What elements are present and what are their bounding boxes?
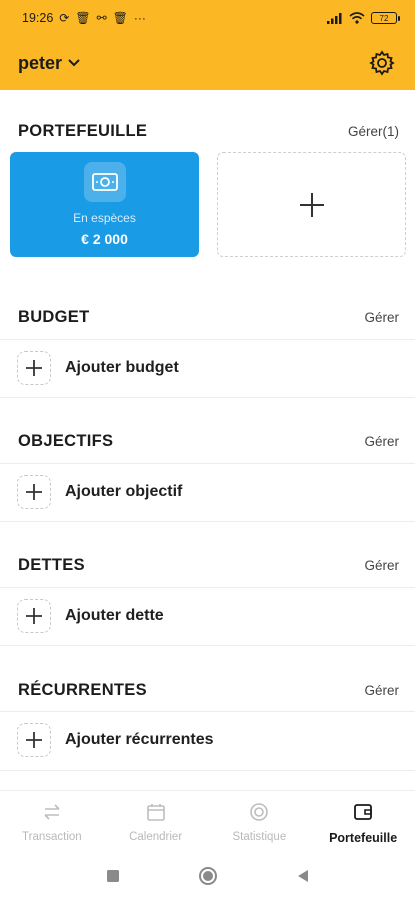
back-icon[interactable] (296, 869, 310, 883)
nav-label-statistics: Statistique (232, 831, 287, 843)
divider (0, 645, 415, 646)
more-dots-icon: ··· (133, 11, 146, 25)
goals-manage-link[interactable]: Gérer (364, 434, 399, 449)
status-bar: 19:26 ⟳ 🗑 ⚯ 🗑 ··· 72 (0, 0, 415, 36)
nav-item-calendar[interactable]: Calendrier (104, 791, 208, 852)
recents-icon[interactable] (106, 869, 120, 883)
recurring-section-title: RÉCURRENTES (18, 680, 147, 699)
status-right: 72 (327, 12, 400, 24)
status-time: 19:26 (22, 11, 54, 25)
wallet-card[interactable]: En espèces € 2 000 (10, 152, 199, 257)
add-debt-label: Ajouter dette (65, 607, 164, 624)
debts-manage-link[interactable]: Gérer (364, 558, 399, 573)
transfer-icon (41, 801, 63, 823)
nav-label-wallet: Portefeuille (329, 831, 398, 845)
wallet-section-title: PORTEFEUILLE (18, 121, 148, 140)
signal-icon (327, 13, 342, 24)
plus-icon (17, 599, 51, 633)
battery-icon: 72 (371, 12, 400, 24)
divider (0, 397, 415, 398)
budget-section-title: BUDGET (18, 307, 90, 326)
add-goal-button[interactable]: Ajouter objectif (0, 464, 415, 520)
home-icon[interactable] (198, 866, 218, 886)
divider (0, 521, 415, 522)
sync-off-icon: ⟳ (59, 11, 70, 25)
wallet-name: En espèces (73, 211, 136, 225)
battery-level: 72 (379, 13, 389, 23)
bottom-nav: Transaction Calendrier Statistique Porte… (0, 790, 415, 852)
main-content: PORTEFEUILLE Gérer(1) En espèces € 2 000… (0, 90, 415, 790)
share-icon: ⚯ (96, 11, 107, 25)
add-goal-label: Ajouter objectif (65, 483, 183, 500)
goals-section-title: OBJECTIFS (18, 431, 114, 450)
wifi-icon (349, 12, 365, 24)
plus-icon (17, 351, 51, 385)
wallet-manage-link[interactable]: Gérer(1) (348, 124, 399, 139)
calendar-icon (145, 801, 167, 823)
budget-section-header: BUDGET Gérer (0, 302, 415, 332)
plus-icon (299, 192, 324, 217)
wallet-section-header: PORTEFEUILLE Gérer(1) (0, 116, 415, 146)
cash-icon (83, 162, 126, 202)
debts-section-title: DETTES (18, 555, 85, 574)
system-nav-bar (0, 852, 415, 900)
status-left: 19:26 ⟳ 🗑 ⚯ 🗑 ··· (22, 11, 146, 25)
wallet-icon (352, 801, 374, 823)
chevron-down-icon (68, 59, 80, 67)
nav-label-transaction: Transaction (22, 831, 82, 843)
user-name: peter (18, 52, 63, 73)
top-bar: 19:26 ⟳ 🗑 ⚯ 🗑 ··· 72 peter (0, 0, 415, 90)
plus-icon (17, 475, 51, 509)
trash-icon: 🗑 (75, 11, 91, 25)
budget-manage-link[interactable]: Gérer (364, 310, 399, 325)
user-selector[interactable]: peter (18, 53, 80, 74)
recurring-manage-link[interactable]: Gérer (364, 683, 399, 698)
trash-icon: 🗑 (112, 11, 128, 25)
debts-section-header: DETTES Gérer (0, 550, 415, 580)
nav-item-statistics[interactable]: Statistique (208, 791, 312, 852)
add-budget-label: Ajouter budget (65, 359, 179, 376)
nav-item-wallet[interactable]: Portefeuille (311, 791, 415, 852)
recurring-section-header: RÉCURRENTES Gérer (0, 675, 415, 705)
chart-icon (248, 801, 270, 823)
add-recurring-button[interactable]: Ajouter récurrentes (0, 712, 415, 768)
divider (0, 770, 415, 771)
nav-item-transaction[interactable]: Transaction (0, 791, 104, 852)
add-debt-button[interactable]: Ajouter dette (0, 588, 415, 644)
add-wallet-button[interactable] (217, 152, 406, 257)
plus-icon (17, 723, 51, 757)
add-recurring-label: Ajouter récurrentes (65, 731, 214, 748)
wallet-amount: € 2 000 (81, 231, 128, 247)
goals-section-header: OBJECTIFS Gérer (0, 426, 415, 456)
nav-label-calendar: Calendrier (129, 831, 183, 843)
add-budget-button[interactable]: Ajouter budget (0, 340, 415, 396)
settings-button[interactable] (365, 46, 399, 80)
gear-icon (369, 50, 395, 76)
app-header: peter (0, 36, 415, 90)
